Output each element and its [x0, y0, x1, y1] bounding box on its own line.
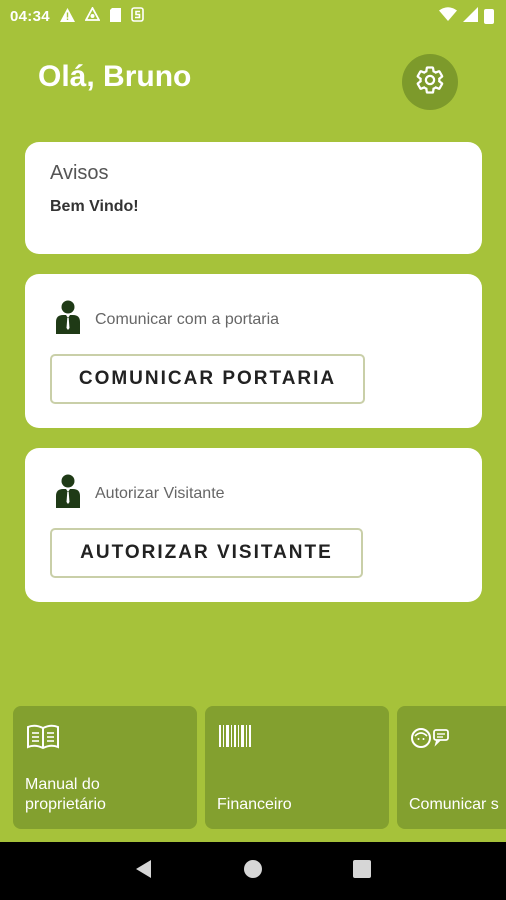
visitor-label: Autorizar Visitante — [95, 484, 225, 502]
notices-message: Bem Vindo! — [50, 198, 139, 215]
reception-label: Comunicar com a portaria — [95, 310, 280, 328]
sync-icon — [84, 6, 101, 25]
sim-card-icon — [109, 7, 121, 25]
tile-contact[interactable]: Comunicar s — [397, 706, 506, 829]
battery-icon — [484, 8, 494, 24]
visitor-card: Autorizar Visitante AUTORIZAR VISITANTE — [25, 448, 482, 602]
tile-label: Comunicar s — [409, 796, 499, 813]
recents-icon[interactable] — [352, 859, 372, 884]
signal-icon — [463, 6, 478, 26]
gear-icon — [415, 65, 445, 100]
person-icon — [55, 300, 81, 339]
notices-title: Avisos — [50, 162, 109, 184]
tile-owner-manual[interactable]: Manual do proprietário — [13, 706, 197, 829]
back-icon[interactable] — [134, 859, 154, 884]
reception-card: Comunicar com a portaria COMUNICAR PORTA… — [25, 274, 482, 428]
chat-icon — [410, 724, 450, 757]
book-icon — [26, 724, 60, 755]
person-icon — [55, 474, 81, 513]
status-bar: 04:34 — [0, 0, 506, 32]
shortcut-tiles: Manual do proprietário Financeiro Comuni… — [0, 706, 506, 829]
tile-financial[interactable]: Financeiro — [205, 706, 389, 829]
status-time: 04:34 — [10, 7, 50, 25]
authorize-visitor-button[interactable]: AUTORIZAR VISITANTE — [50, 528, 363, 578]
settings-button[interactable] — [402, 54, 458, 110]
home-icon[interactable] — [243, 859, 263, 884]
tile-label: Financeiro — [217, 796, 292, 813]
navigation-bar — [0, 842, 506, 900]
tile-label: Manual do proprietário — [25, 776, 106, 813]
warning-icon — [59, 7, 75, 25]
greeting-title: Olá, Bruno — [38, 60, 192, 93]
notices-card: Avisos Bem Vindo! — [25, 142, 482, 254]
s-icon — [131, 7, 144, 25]
contact-reception-button[interactable]: COMUNICAR PORTARIA — [50, 354, 365, 404]
wifi-icon — [439, 7, 457, 25]
barcode-icon — [218, 724, 252, 755]
